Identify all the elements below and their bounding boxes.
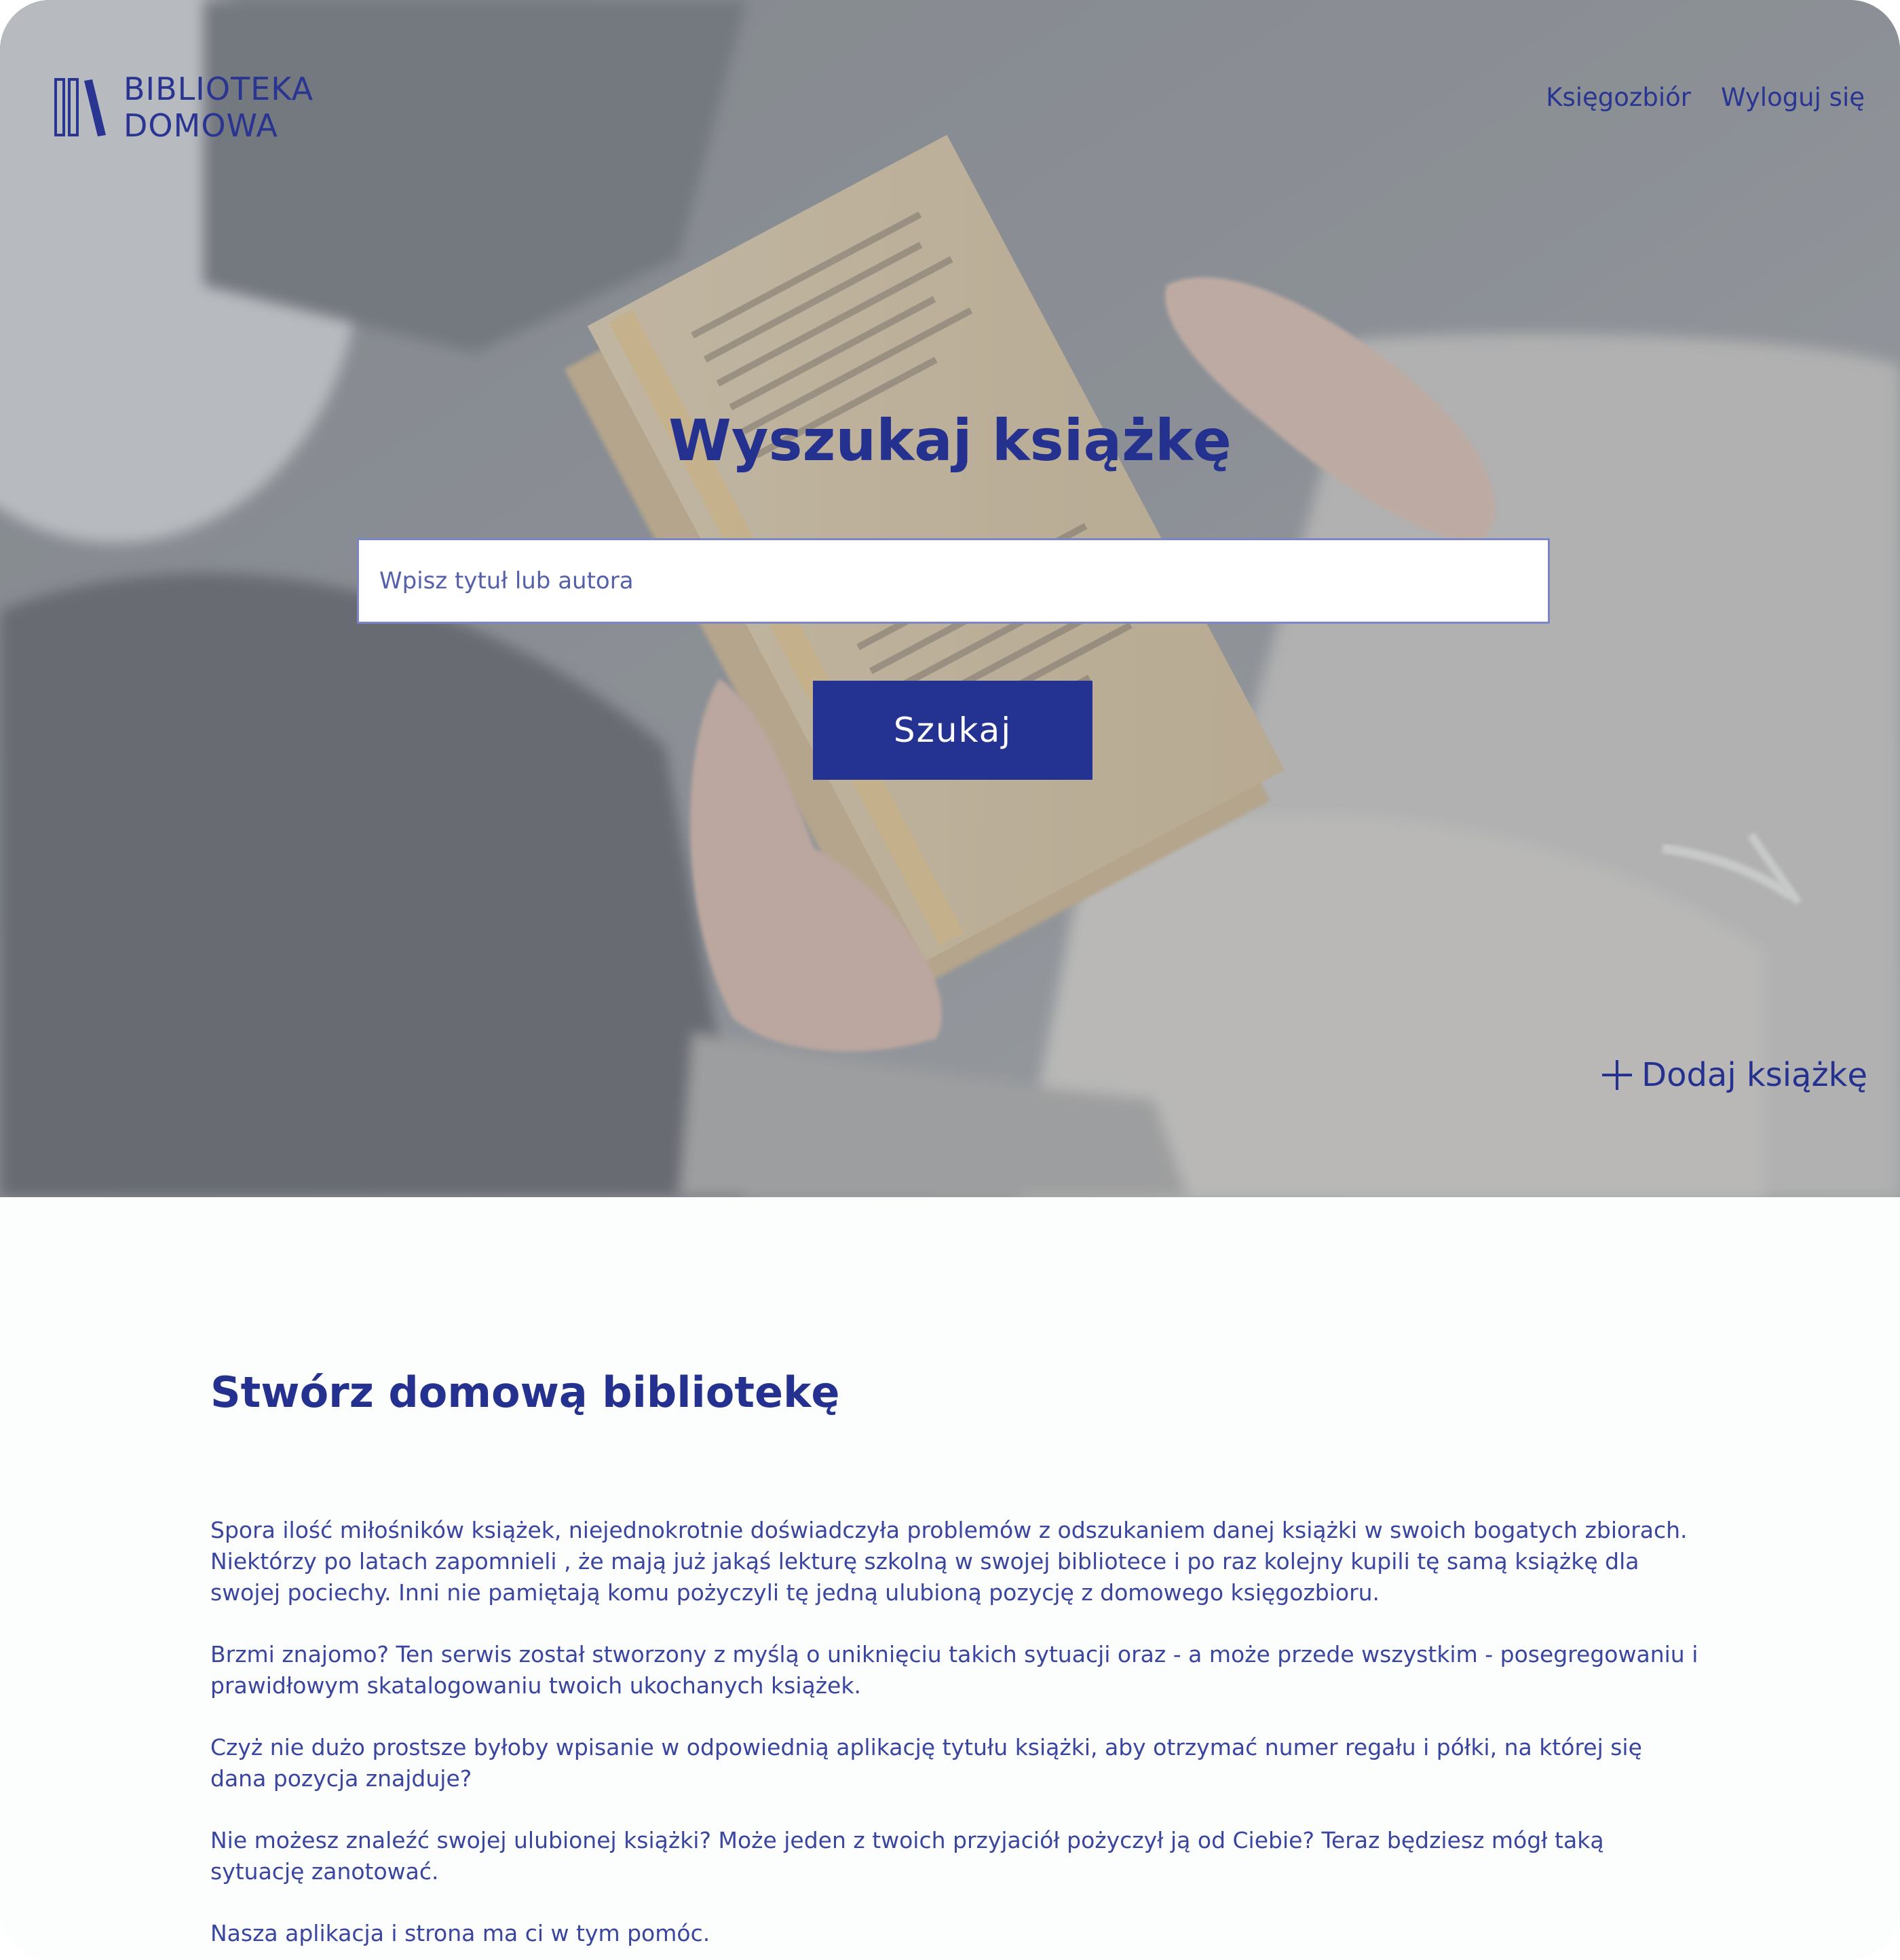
- about-paragraph-1: Spora ilość miłośników książek, niejedno…: [210, 1517, 1688, 1606]
- hero-section: BIBLIOTEKA DOMOWA Księgozbiór Wyloguj si…: [0, 0, 1900, 1197]
- page: BIBLIOTEKA DOMOWA Księgozbiór Wyloguj si…: [0, 0, 1900, 1960]
- about-title: Stwórz domową bibliotekę: [210, 1368, 840, 1417]
- add-book-label: Dodaj książkę: [1641, 1056, 1867, 1094]
- plus-icon: [1602, 1060, 1633, 1090]
- nav-link-ksiegozbior[interactable]: Księgozbiór: [1546, 83, 1691, 112]
- search-input[interactable]: [357, 538, 1550, 624]
- about-paragraph-5: Nasza aplikacja i strona ma ci w tym pom…: [210, 1920, 710, 1946]
- about-section: Stwórz domową bibliotekę Spora ilość mił…: [210, 1365, 1703, 1946]
- logo[interactable]: BIBLIOTEKA DOMOWA: [54, 71, 314, 144]
- library-books-logo-icon: [54, 78, 106, 136]
- about-paragraph-2: Brzmi znajomo? Ten serwis został stworzo…: [210, 1641, 1698, 1699]
- search-button[interactable]: Szukaj: [813, 681, 1092, 780]
- logo-line-2: DOMOWA: [124, 107, 278, 144]
- top-nav: Księgozbiór Wyloguj się: [1546, 83, 1865, 112]
- about-text: Spora ilość miłośników książek, niejedno…: [210, 1515, 1703, 1960]
- logo-text: BIBLIOTEKA DOMOWA: [124, 71, 314, 144]
- search-title: Wyszukaj książkę: [668, 407, 1232, 474]
- about-paragraph-4: Nie możesz znaleźć swojej ulubionej ksią…: [210, 1827, 1604, 1885]
- logo-line-1: BIBLIOTEKA: [124, 71, 314, 107]
- nav-link-logout[interactable]: Wyloguj się: [1721, 83, 1865, 112]
- about-paragraph-3: Czyż nie dużo prostsze byłoby wpisanie w…: [210, 1734, 1642, 1792]
- add-book-button[interactable]: Dodaj książkę: [1601, 1056, 1867, 1094]
